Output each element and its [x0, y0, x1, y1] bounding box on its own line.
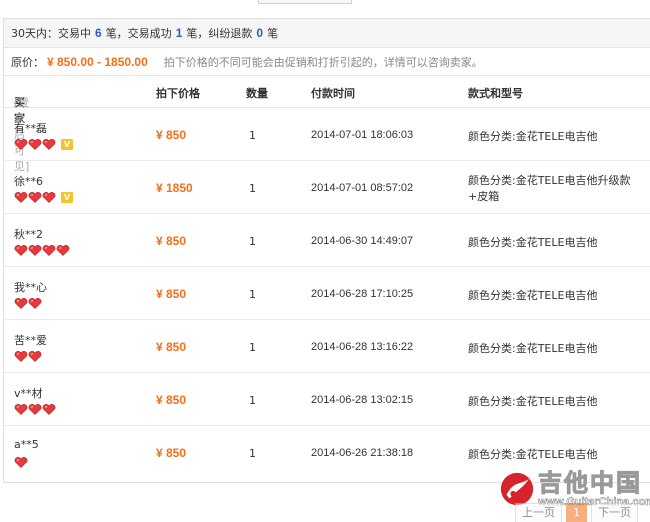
reputation-heart-icon: [14, 351, 28, 362]
quantity: 1: [249, 182, 256, 195]
payment-time: 2014-06-30 14:49:07: [311, 235, 414, 247]
header-time: 付款时间: [311, 87, 355, 100]
reputation-heart-icon: [14, 457, 28, 468]
original-price-label: 原价：: [11, 55, 44, 69]
original-price-row: 原价： ¥ 850.00 - 1850.00 拍下价格的不同可能会由促销和打折引…: [4, 48, 650, 76]
reputation-heart-icon: [28, 245, 42, 256]
table-row: 秋**2 ¥ 850 1 2014-06-30 14:49:07 颜色分类:金花TELE…: [4, 214, 650, 267]
reputation-heart-icon: [14, 245, 28, 256]
reputation-heart-icon: [28, 139, 42, 150]
transaction-records-panel: 30天内：交易中 6 笔，交易成功 1 笔，纠纷退款 0 笔 原价： ¥ 850…: [3, 18, 650, 483]
summary-prefix: 30天内：交易中: [11, 27, 91, 40]
quantity: 1: [249, 341, 256, 354]
reputation-heart-icon: [42, 245, 56, 256]
buyer-name: 秋**2: [14, 228, 43, 241]
deal-price: ¥ 850: [156, 340, 187, 354]
buyer-reputation: [14, 245, 70, 256]
reputation-heart-icon: [56, 245, 70, 256]
buyer-name: a**5: [14, 438, 39, 451]
header-price: 拍下价格: [156, 87, 200, 100]
deal-price: ¥ 1850: [156, 181, 193, 195]
table-row: 我**心 ¥ 850 1 2014-06-28 17:10:25 颜色分类:金花TELE…: [4, 267, 650, 320]
reputation-heart-icon: [28, 351, 42, 362]
buyer-name: 有**磊: [14, 122, 47, 135]
pagination: 上一页 1 下一页: [515, 503, 638, 522]
buyer-name: 我**心: [14, 281, 47, 294]
table-row: v**材 ¥ 850 1 2014-06-28 13:02:15 颜色分类:金花TELE…: [4, 373, 650, 426]
buyer-reputation: [14, 404, 56, 415]
payment-time: 2014-06-28 13:02:15: [311, 394, 414, 406]
buyer-name: v**材: [14, 387, 43, 400]
reputation-heart-icon: [42, 192, 56, 203]
refund-count: 0: [256, 26, 264, 40]
table-row: 有**磊 V ¥ 850 1 2014-07-01 18:06:03 颜色分类:金花TEL…: [4, 108, 650, 161]
reputation-heart-icon: [28, 192, 42, 203]
style-model: 颜色分类:金花TELE电吉他升级款+皮箱: [468, 174, 631, 203]
reputation-heart-icon: [14, 298, 28, 309]
reputation-heart-icon: [42, 139, 56, 150]
deal-price: ¥ 850: [156, 234, 187, 248]
summary-sep2: 笔，纠纷退款: [186, 27, 253, 40]
header-qty: 数量: [246, 87, 268, 100]
reputation-heart-icon: [28, 404, 42, 415]
header-style: 款式和型号: [468, 87, 523, 100]
style-model: 颜色分类:金花TELE电吉他: [468, 130, 598, 143]
quantity: 1: [249, 235, 256, 248]
quantity: 1: [249, 394, 256, 407]
table-header: 买家 [登录后可见] 拍下价格 数量 付款时间 款式和型号: [4, 76, 650, 173]
watermark-cn: 吉他中国: [538, 469, 642, 497]
payment-time: 2014-07-01 18:06:03: [311, 129, 414, 141]
summary-sep1: 笔，交易成功: [105, 27, 172, 40]
quantity: 1: [249, 288, 256, 301]
deal-price: ¥ 850: [156, 287, 187, 301]
payment-time: 2014-07-01 08:57:02: [311, 182, 414, 194]
vip-badge-icon: V: [61, 192, 73, 203]
deal-price: ¥ 850: [156, 128, 187, 142]
next-page-button[interactable]: 下一页: [591, 503, 638, 522]
original-price-range: ¥ 850.00 - 1850.00: [47, 54, 148, 69]
buyer-name: 徐**6: [14, 175, 43, 188]
quantity: 1: [249, 129, 256, 142]
buyer-reputation: [14, 351, 42, 362]
prev-page-button[interactable]: 上一页: [515, 503, 562, 522]
payment-time: 2014-06-28 13:16:22: [311, 341, 414, 353]
deal-price: ¥ 850: [156, 446, 187, 460]
style-model: 颜色分类:金花TELE电吉他: [468, 448, 598, 461]
vip-badge-icon: V: [61, 139, 73, 150]
reputation-heart-icon: [14, 192, 28, 203]
buyer-name: 苦**爱: [14, 334, 47, 347]
table-row: 苦**爱 ¥ 850 1 2014-06-28 13:16:22 颜色分类:金花TELE…: [4, 320, 650, 373]
quantity: 1: [249, 447, 256, 460]
table-row: 徐**6 V ¥ 1850 1 2014-07-01 08:57:02 颜色分类:金花TE…: [4, 161, 650, 214]
buyer-reputation: [14, 298, 42, 309]
price-note: 拍下价格的不同可能会由促销和打折引起的，详情可以咨询卖家。: [163, 55, 483, 69]
summary-suffix: 笔: [267, 27, 279, 40]
buyer-reputation: V: [14, 192, 73, 203]
top-tab-edge[interactable]: [258, 0, 352, 4]
deal-price: ¥ 850: [156, 393, 187, 407]
reputation-heart-icon: [14, 139, 28, 150]
transaction-summary: 30天内：交易中 6 笔，交易成功 1 笔，纠纷退款 0 笔: [4, 19, 650, 48]
buyer-reputation: V: [14, 139, 73, 150]
reputation-heart-icon: [42, 404, 56, 415]
style-model: 颜色分类:金花TELE电吉他: [468, 342, 598, 355]
payment-time: 2014-06-28 17:10:25: [311, 288, 414, 300]
success-count: 1: [175, 26, 183, 40]
style-model: 颜色分类:金花TELE电吉他: [468, 236, 598, 249]
in-progress-count: 6: [95, 26, 102, 40]
style-model: 颜色分类:金花TELE电吉他: [468, 395, 598, 408]
reputation-heart-icon: [28, 298, 42, 309]
reputation-heart-icon: [14, 404, 28, 415]
current-page-button[interactable]: 1: [566, 503, 587, 522]
table-body: 有**磊 V ¥ 850 1 2014-07-01 18:06:03 颜色分类:金花TEL…: [4, 108, 650, 479]
payment-time: 2014-06-26 21:38:18: [311, 447, 414, 459]
buyer-reputation: [14, 457, 28, 468]
style-model: 颜色分类:金花TELE电吉他: [468, 289, 598, 302]
